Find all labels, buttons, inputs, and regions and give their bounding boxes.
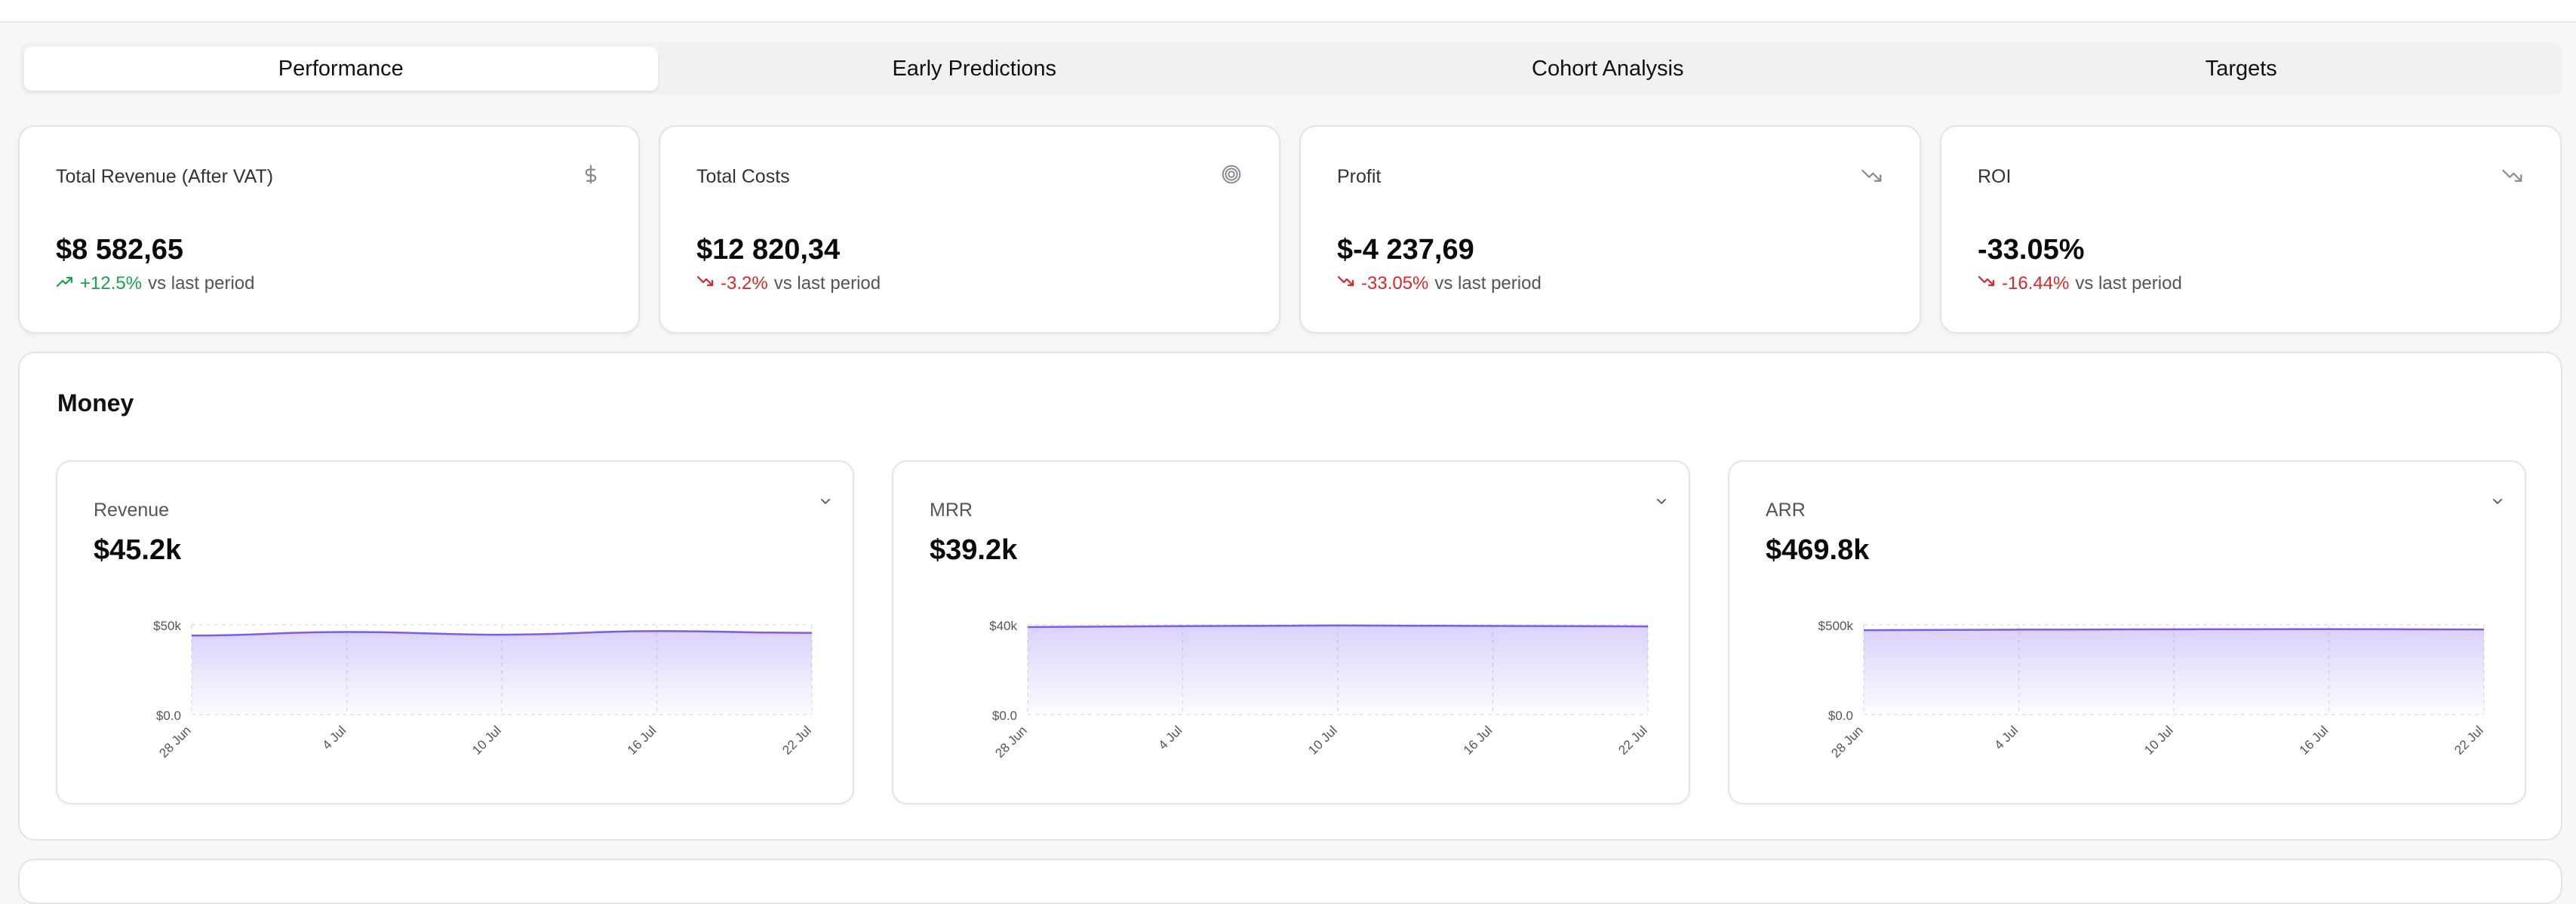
tab-performance[interactable]: Performance <box>24 47 658 91</box>
kpi-delta: +12.5% vs last period <box>56 273 254 294</box>
metric-card-arr: ARR $469.8k $0.0 $500k 28 Jun 4 Jul 10 Jul 16… <box>1728 460 2526 804</box>
y-tick-label: $40k <box>989 619 1017 633</box>
x-tick-label: 22 Jul <box>1615 723 1650 758</box>
kpi-card-roi: ROI -33.05% -16.44% vs last period <box>1940 125 2562 334</box>
y-tick-label: $0.0 <box>1828 709 1853 723</box>
series-line <box>1863 628 2485 632</box>
tab-targets[interactable]: Targets <box>1925 47 2559 91</box>
kpi-title: Profit <box>1337 166 1382 187</box>
dollar-icon <box>579 163 602 186</box>
kpi-delta-value: -16.44% <box>2002 273 2070 294</box>
trend-down-icon <box>2501 163 2524 186</box>
kpi-delta-suffix: vs last period <box>773 273 881 294</box>
metric-card-revenue: Revenue $45.2k $0.0 $50k 28 Jun 4 Jul 10 Jul… <box>56 460 854 804</box>
area-fill <box>192 631 812 715</box>
revenue-area-chart: $0.0 $50k 28 Jun 4 Jul 10 Jul 16 Jul 22 Jul <box>153 619 814 761</box>
kpi-title: Total Costs <box>696 166 790 187</box>
kpi-delta-value: +12.5% <box>80 273 143 294</box>
y-tick-label: $50k <box>153 619 181 633</box>
x-tick-label: 10 Jul <box>469 723 504 758</box>
kpi-delta: -16.44% vs last period <box>1978 273 2182 294</box>
kpi-delta-suffix: vs last period <box>1434 273 1542 294</box>
tab-bar: Performance Early Predictions Cohort Ana… <box>20 42 2562 95</box>
kpi-delta-value: -33.05% <box>1361 273 1429 294</box>
area-fill <box>1864 629 2484 715</box>
top-bar <box>0 0 2576 23</box>
x-tick-label: 28 Jun <box>1828 723 1866 761</box>
kpi-delta-suffix: vs last period <box>2075 273 2182 294</box>
x-tick-label: 10 Jul <box>2141 723 2176 758</box>
kpi-delta-suffix: vs last period <box>148 273 255 294</box>
x-tick-label: 4 Jul <box>319 723 349 752</box>
trend-down-icon <box>1861 163 1883 186</box>
kpi-value: $8 582,65 <box>56 234 184 266</box>
kpi-card-total-revenue: Total Revenue (After VAT) $8 582,65 +12.… <box>18 125 640 334</box>
x-tick-label: 16 Jul <box>1461 723 1495 758</box>
y-tick-label: $0.0 <box>156 709 181 723</box>
money-section: Money Revenue $45.2k $0.0 $50k 28 Jun 4 Jul… <box>18 352 2562 841</box>
tab-cohort-analysis[interactable]: Cohort Analysis <box>1291 47 1925 91</box>
kpi-delta: -33.05% vs last period <box>1337 273 1542 294</box>
kpi-card-total-costs: Total Costs $12 820,34 -3.2% vs last per… <box>659 125 1280 334</box>
x-tick-label: 10 Jul <box>1305 723 1340 758</box>
trend-down-icon <box>1337 273 1355 294</box>
trend-up-icon <box>56 273 74 294</box>
kpi-card-profit: Profit $-4 237,69 -33.05% vs last period <box>1299 125 1921 334</box>
x-tick-label: 28 Jun <box>992 723 1030 761</box>
x-tick-label: 28 Jun <box>156 723 194 761</box>
next-section-card <box>18 859 2562 904</box>
y-tick-label: $500k <box>1818 619 1854 633</box>
kpi-value: $-4 237,69 <box>1337 234 1474 266</box>
trend-down-icon <box>696 273 715 294</box>
kpi-delta-value: -3.2% <box>721 273 768 294</box>
x-tick-label: 4 Jul <box>1155 723 1185 752</box>
kpi-delta: -3.2% vs last period <box>696 273 881 294</box>
metric-card-mrr: MRR $39.2k $0.0 $40k 28 Jun 4 Jul 10 Jul 16 J… <box>892 460 1690 804</box>
x-tick-label: 22 Jul <box>779 723 814 758</box>
x-tick-label: 16 Jul <box>625 723 659 758</box>
area-fill <box>1028 625 1648 715</box>
x-tick-label: 4 Jul <box>1991 723 2021 752</box>
section-title: Money <box>57 389 134 417</box>
kpi-value: -33.05% <box>1978 234 2085 266</box>
trend-down-icon <box>1978 273 1996 294</box>
mrr-area-chart: $0.0 $40k 28 Jun 4 Jul 10 Jul 16 Jul 22 Jul <box>989 619 1650 761</box>
arr-area-chart: $0.0 $500k 28 Jun 4 Jul 10 Jul 16 Jul 22 Jul <box>1818 619 2486 761</box>
kpi-title: ROI <box>1978 166 2012 187</box>
tab-early-predictions[interactable]: Early Predictions <box>658 47 1292 91</box>
kpi-value: $12 820,34 <box>696 234 841 266</box>
x-tick-label: 16 Jul <box>2297 723 2332 758</box>
target-icon <box>1220 163 1243 186</box>
x-tick-label: 22 Jul <box>2452 723 2486 758</box>
y-tick-label: $0.0 <box>992 709 1017 723</box>
kpi-title: Total Revenue (After VAT) <box>56 166 274 187</box>
